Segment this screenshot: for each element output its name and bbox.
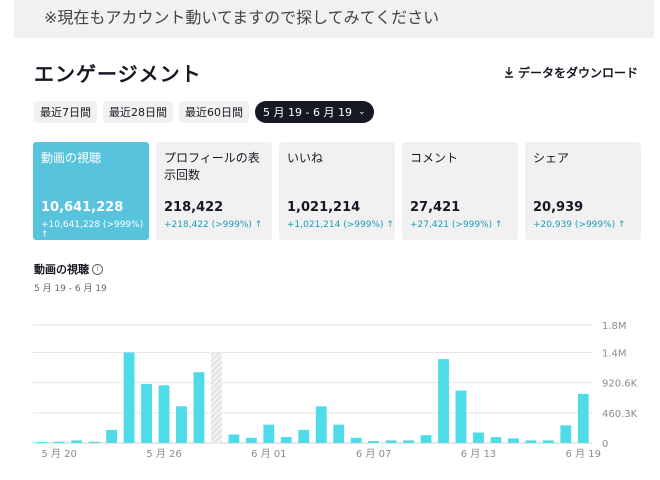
metric-value: 218,422 [164, 200, 224, 215]
bar[interactable] [542, 440, 554, 443]
bar[interactable] [333, 424, 345, 443]
chart-title-text: 動画の視聴 [34, 263, 89, 276]
metric-card-shares[interactable]: シェア 20,939 +20,939 (>999%) ↑ [525, 142, 641, 240]
metric-card-profile-views[interactable]: プロフィールの表示回数 218,422 +218,422 (>999%) ↑ [156, 142, 272, 240]
x-tick-label: 6 月 01 [251, 448, 286, 460]
x-tick-label: 6 月 19 [566, 448, 601, 460]
video-views-bar-chart: 0 460.3K 920.6K 1.4M 1.8M 5 月 20 5 月 26 6 月 01… [33, 321, 638, 460]
notice-banner: ※現在もアカウント動いてますので探してみてください [14, 0, 654, 38]
bar[interactable] [577, 393, 589, 443]
metric-value: 27,421 [410, 200, 461, 215]
bar[interactable] [490, 437, 502, 443]
metric-delta: +27,421 (>999%) ↑ [410, 220, 503, 230]
bar[interactable] [193, 372, 205, 443]
bar[interactable] [350, 437, 362, 443]
metric-card-comments[interactable]: コメント 27,421 +27,421 (>999%) ↑ [402, 142, 518, 240]
bar[interactable] [525, 440, 537, 443]
metric-label: プロフィールの表示回数 [164, 151, 260, 182]
range-custom-dropdown[interactable]: 5 月 19 - 6 月 19 ⌄ [255, 101, 374, 123]
metric-delta: +1,021,214 (>999%) ↑ [287, 220, 394, 230]
metric-value: 1,021,214 [287, 200, 361, 215]
bar[interactable] [36, 442, 48, 443]
date-range-selector: 最近7日間 最近28日間 最近60日間 5 月 19 - 6 月 19 ⌄ [34, 101, 374, 123]
download-label: データをダウンロード [517, 66, 638, 80]
metric-card-video-views[interactable]: 動画の視聴 10,641,228 +10,641,228 (>999%) ↑ [33, 142, 149, 240]
bar[interactable] [560, 425, 572, 443]
metric-label: コメント [410, 151, 459, 165]
bar[interactable] [455, 390, 467, 443]
bar[interactable] [298, 429, 310, 443]
metric-value: 20,939 [533, 200, 584, 215]
bar[interactable] [123, 352, 135, 443]
x-tick-label: 6 月 13 [461, 448, 496, 460]
bar[interactable] [473, 432, 484, 443]
metric-label: 動画の視聴 [41, 151, 102, 165]
download-icon [504, 67, 513, 78]
missing-data-bar[interactable] [211, 352, 222, 443]
bar[interactable] [438, 359, 449, 443]
bar[interactable] [53, 441, 65, 443]
bar[interactable] [176, 406, 187, 443]
metric-cards: 動画の視聴 10,641,228 +10,641,228 (>999%) ↑ プ… [33, 142, 641, 240]
metric-label: いいね [287, 151, 324, 165]
metric-delta: +10,641,228 (>999%) ↑ [41, 220, 144, 240]
y-tick-label: 1.8M [602, 321, 627, 332]
bar[interactable] [228, 434, 240, 443]
range-60-days[interactable]: 最近60日間 [179, 101, 249, 123]
bar[interactable] [158, 385, 170, 443]
bar[interactable] [507, 438, 519, 443]
bar[interactable] [106, 429, 118, 443]
page-title: エンゲージメント [34, 62, 202, 86]
bar[interactable] [385, 440, 397, 443]
y-tick-label: 1.4M [602, 349, 627, 360]
range-28-days[interactable]: 最近28日間 [103, 101, 173, 123]
x-tick-label: 5 月 20 [41, 448, 76, 460]
y-tick-label: 460.3K [602, 409, 638, 420]
chart-subtitle: 5 月 19 - 6 月 19 [34, 284, 107, 294]
chevron-down-icon: ⌄ [357, 107, 366, 117]
x-tick-label: 5 月 26 [146, 448, 181, 460]
metric-delta: +20,939 (>999%) ↑ [533, 220, 626, 230]
bar[interactable] [263, 424, 275, 443]
bar[interactable] [420, 435, 432, 443]
bar[interactable] [280, 437, 292, 443]
metric-delta: +218,422 (>999%) ↑ [164, 220, 263, 230]
bar[interactable] [245, 437, 257, 443]
bar[interactable] [71, 440, 83, 443]
bar[interactable] [315, 406, 327, 443]
y-tick-label: 0 [602, 439, 608, 450]
metric-label: シェア [533, 151, 570, 165]
bar[interactable] [403, 440, 414, 443]
range-custom-label: 5 月 19 - 6 月 19 [263, 106, 352, 119]
bar[interactable] [141, 384, 152, 443]
bar[interactable] [88, 441, 100, 443]
bar[interactable] [368, 441, 380, 443]
info-icon[interactable]: i [92, 263, 103, 275]
chart-title: 動画の視聴 i [34, 261, 103, 277]
x-tick-label: 6 月 07 [356, 448, 391, 460]
download-data-button[interactable]: データをダウンロード [504, 64, 638, 81]
metric-value: 10,641,228 [41, 200, 124, 215]
range-7-days[interactable]: 最近7日間 [34, 101, 97, 123]
y-tick-label: 920.6K [602, 379, 638, 390]
metric-card-likes[interactable]: いいね 1,021,214 +1,021,214 (>999%) ↑ [279, 142, 395, 240]
